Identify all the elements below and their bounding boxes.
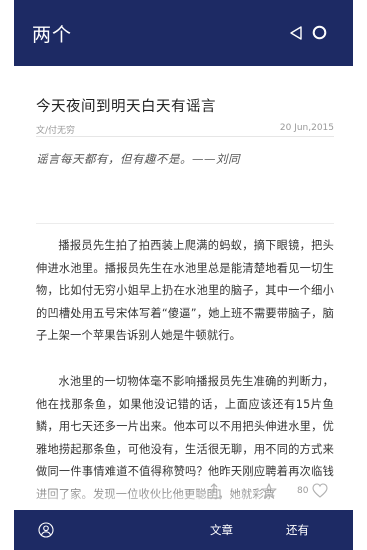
article-meta: 文/付无穷 20 Jun,2015 bbox=[36, 123, 334, 137]
user-icon[interactable] bbox=[38, 522, 54, 538]
app-screen: 两个 今天夜间到明天白天有谣言 文/付无穷 20 Jun,2015 谣言每天都有… bbox=[0, 0, 367, 550]
like-count: 80 bbox=[297, 486, 309, 496]
star-icon[interactable] bbox=[261, 483, 277, 499]
left-margin bbox=[0, 0, 14, 550]
app-title: 两个 bbox=[32, 24, 73, 46]
divider bbox=[36, 223, 334, 224]
share-icon[interactable] bbox=[207, 483, 221, 499]
right-margin bbox=[353, 0, 367, 550]
circle-icon[interactable] bbox=[312, 25, 327, 40]
article-view[interactable]: 今天夜间到明天白天有谣言 文/付无穷 20 Jun,2015 谣言每天都有，但有… bbox=[14, 66, 353, 510]
heart-icon[interactable] bbox=[312, 483, 328, 498]
article-title: 今天夜间到明天白天有谣言 bbox=[36, 99, 216, 115]
back-triangle-icon[interactable] bbox=[289, 26, 303, 40]
tab-articles[interactable]: 文章 bbox=[210, 522, 233, 538]
article-quote: 谣言每天都有，但有趣不是。——刘同 bbox=[36, 152, 240, 166]
tab-more[interactable]: 还有 bbox=[286, 522, 309, 538]
article-date: 20 Jun,2015 bbox=[279, 123, 334, 133]
article-actions: 80 bbox=[14, 480, 353, 504]
bottom-nav: 文章 还有 bbox=[14, 510, 353, 550]
article-author: 文/付无穷 bbox=[36, 126, 76, 136]
top-bar: 两个 bbox=[14, 0, 353, 66]
article-paragraph: 播报员先生拍了拍西装上爬满的蚂蚁，摘下眼镜，把头伸进水池里。播报员先生在水池里总… bbox=[36, 239, 334, 342]
